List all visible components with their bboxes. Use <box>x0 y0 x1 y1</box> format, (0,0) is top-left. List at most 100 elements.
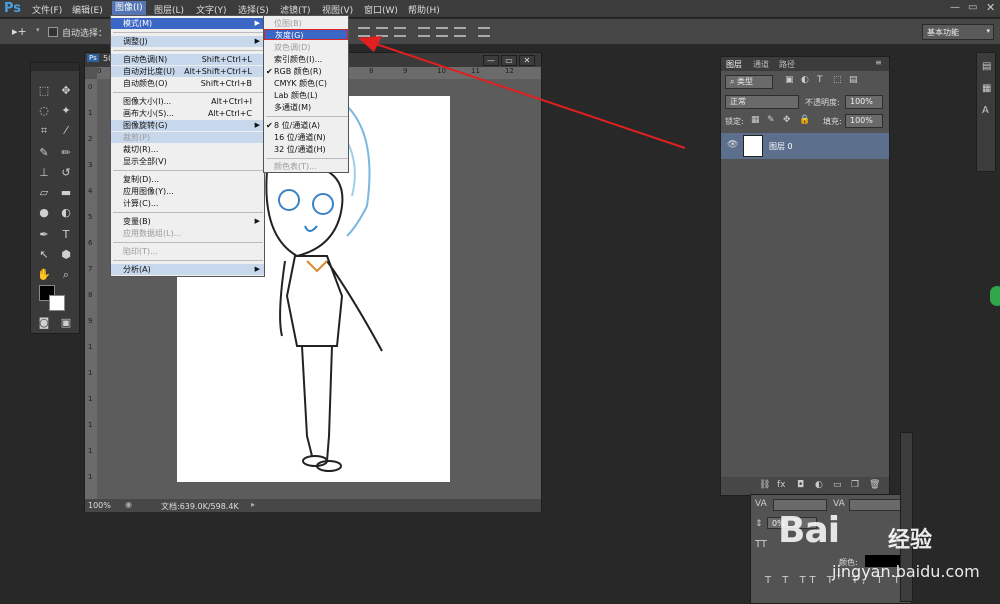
filter-shape-icon[interactable]: ⬚ <box>833 75 842 85</box>
menu-edit[interactable]: 编辑(E) <box>72 3 103 16</box>
chevron-right-icon[interactable]: ▸ <box>251 500 255 509</box>
link-layers-icon[interactable]: ⛓ <box>759 480 770 490</box>
submenu-item-rgb[interactable]: ✔ RGB 颜色(R) <box>264 66 348 77</box>
move-tool-icon[interactable]: ▸+ <box>12 25 27 38</box>
eraser-icon[interactable]: ▱ <box>35 185 53 201</box>
panel-menu-icon[interactable]: ≡ <box>875 58 882 67</box>
workspace-select[interactable]: 基本功能 ▾ <box>922 24 994 40</box>
marquee-tool-icon[interactable]: ⬚ <box>35 83 53 99</box>
clone-stamp-icon[interactable]: ⊥ <box>35 165 53 181</box>
layer-mask-icon[interactable]: ◘ <box>797 480 804 490</box>
layer-style-icon[interactable]: fx <box>777 480 786 490</box>
menu-file[interactable]: 文件(F) <box>32 3 62 16</box>
menu-item-trim[interactable]: 裁切(R)... <box>111 144 264 155</box>
gradient-icon[interactable]: ▬ <box>57 185 75 201</box>
layer-row[interactable]: 👁 图层 0 <box>721 133 889 159</box>
submenu-item-lab[interactable]: Lab 颜色(L) <box>264 90 348 101</box>
character-panel-icon[interactable]: A <box>982 105 989 116</box>
fill-input[interactable]: 100% <box>845 114 883 128</box>
healing-brush-icon[interactable]: ✎ <box>35 145 53 161</box>
quick-mask-icon[interactable]: ◙ <box>35 315 53 331</box>
submenu-item-indexed[interactable]: 索引颜色(I)... <box>264 54 348 65</box>
submenu-item-multichannel[interactable]: 多通道(M) <box>264 102 348 113</box>
restore-icon[interactable]: ▭ <box>968 2 977 13</box>
minimize-icon[interactable]: — <box>950 2 960 13</box>
magic-wand-icon[interactable]: ✦ <box>57 103 75 119</box>
menu-help[interactable]: 帮助(H) <box>408 3 440 16</box>
tab-paths[interactable]: 路径 <box>779 59 795 70</box>
status-menu-icon[interactable]: ◉ <box>125 500 132 509</box>
layer-name[interactable]: 图层 0 <box>769 141 793 152</box>
filter-adjust-icon[interactable]: ◐ <box>801 75 809 85</box>
submenu-item-8bit[interactable]: ✔ 8 位/通道(A) <box>264 120 348 131</box>
pen-tool-icon[interactable]: ✒ <box>35 227 53 243</box>
auto-select-label: 自动选择： <box>62 29 108 39</box>
zoom-tool-icon[interactable]: ⌕ <box>57 267 75 283</box>
lock-all-icon[interactable]: 🔒 <box>799 115 810 125</box>
menu-item-variables[interactable]: 变量(B) ▶ <box>111 216 264 227</box>
ruler-tick-label: 1 <box>88 109 93 117</box>
menu-item-mode[interactable]: 模式(M) ▶ <box>111 18 264 29</box>
path-select-icon[interactable]: ↖ <box>35 247 53 263</box>
auto-select-checkbox[interactable] <box>48 27 58 37</box>
blend-mode-select[interactable]: 正常 <box>725 95 799 109</box>
tab-channels[interactable]: 通道 <box>753 59 769 70</box>
properties-panel-icon[interactable]: ▦ <box>982 83 991 94</box>
lasso-tool-icon[interactable]: ◌ <box>35 103 53 119</box>
hand-tool-icon[interactable]: ✋ <box>35 267 53 283</box>
filter-type-icon[interactable]: T <box>817 75 823 85</box>
tracking-select[interactable] <box>849 499 903 511</box>
eyedropper-icon[interactable]: ⁄ <box>57 123 75 139</box>
new-group-icon[interactable]: ▭ <box>833 480 842 490</box>
dodge-tool-icon[interactable]: ◐ <box>57 205 75 221</box>
menu-item-duplicate[interactable]: 复制(D)... <box>111 174 264 185</box>
blur-tool-icon[interactable]: ● <box>35 205 53 221</box>
zoom-level[interactable]: 100% <box>88 501 111 510</box>
screen-mode-icon[interactable]: ▣ <box>57 315 75 331</box>
menu-item-analysis[interactable]: 分析(A) ▶ <box>111 264 264 275</box>
submenu-item-32bit[interactable]: 32 位/通道(H) <box>264 144 348 155</box>
menu-item-apply-image[interactable]: 应用图像(Y)... <box>111 186 264 197</box>
crop-tool-icon[interactable]: ⌗ <box>35 123 53 139</box>
close-icon[interactable]: ✕ <box>986 1 995 14</box>
submenu-item-16bit[interactable]: 16 位/通道(N) <box>264 132 348 143</box>
layer-filter-select[interactable]: ⌕ 类型 <box>725 75 773 89</box>
ruler-tick-label: 8 <box>88 291 93 299</box>
lock-pixels-icon[interactable]: ✎ <box>767 115 775 125</box>
move-tool-icon[interactable]: ✥ <box>57 83 75 99</box>
new-layer-icon[interactable]: ❐ <box>851 480 859 490</box>
menu-item-auto-tone[interactable]: 自动色调(N) Shift+Ctrl+L <box>111 54 264 65</box>
shape-tool-icon[interactable]: ⬢ <box>57 247 75 263</box>
ruler-vertical[interactable]: 0 1 2 3 4 5 6 7 8 9 1 1 1 1 1 1 <box>85 79 97 499</box>
adjustment-layer-icon[interactable]: ◐ <box>815 480 823 490</box>
ruler-tick-label: 1 <box>88 395 93 403</box>
trash-icon[interactable]: 🗑 <box>869 480 880 490</box>
menu-item-adjust[interactable]: 调整(J) ▶ <box>111 36 264 47</box>
type-tool-icon[interactable]: T <box>57 227 75 243</box>
lock-position-icon[interactable]: ✥ <box>783 115 791 125</box>
brush-tool-icon[interactable]: ✏ <box>57 145 75 161</box>
tab-layers[interactable]: 图层 <box>726 59 742 70</box>
menu-item-calculations[interactable]: 计算(C)... <box>111 198 264 209</box>
ruler-tick-label: 5 <box>88 213 93 221</box>
menu-item-reveal-all[interactable]: 显示全部(V) <box>111 156 264 167</box>
lock-transparency-icon[interactable]: ▦ <box>751 115 760 125</box>
eye-icon[interactable]: 👁 <box>727 140 738 150</box>
history-brush-icon[interactable]: ↺ <box>57 165 75 181</box>
filter-pixel-icon[interactable]: ▣ <box>785 75 794 85</box>
chevron-down-icon[interactable]: ▾ <box>36 26 40 34</box>
menu-window[interactable]: 窗口(W) <box>364 3 398 16</box>
history-panel-icon[interactable]: ▤ <box>982 61 991 72</box>
submenu-item-grayscale[interactable]: 灰度(G) <box>264 29 348 40</box>
ps-doc-icon: Ps <box>87 54 99 62</box>
menu-item-rotate[interactable]: 图像旋转(G) ▶ <box>111 120 264 131</box>
submenu-item-cmyk[interactable]: CMYK 颜色(C) <box>264 78 348 89</box>
menu-item-auto-color[interactable]: 自动颜色(O) Shift+Ctrl+B <box>111 78 264 89</box>
filter-smart-icon[interactable]: ▤ <box>849 75 858 85</box>
menu-item-image-size[interactable]: 图像大小(I)... Alt+Ctrl+I <box>111 96 264 107</box>
ruler-tick-label: 1 <box>88 369 93 377</box>
background-color-swatch[interactable] <box>49 295 65 311</box>
opacity-input[interactable]: 100% <box>845 95 883 109</box>
menu-item-auto-contrast[interactable]: 自动对比度(U) Alt+Shift+Ctrl+L <box>111 66 264 77</box>
menu-item-canvas-size[interactable]: 画布大小(S)... Alt+Ctrl+C <box>111 108 264 119</box>
